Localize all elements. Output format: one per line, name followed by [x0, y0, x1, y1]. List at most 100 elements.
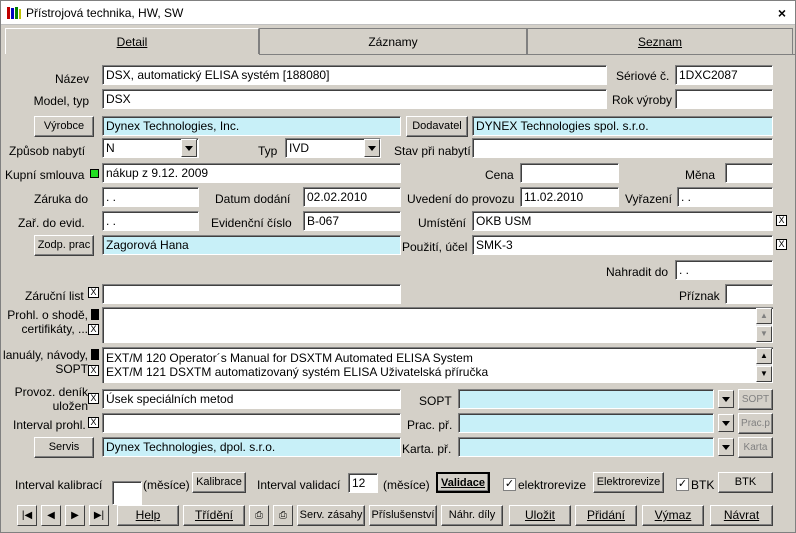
label-mesice-2: (měsíce) — [383, 478, 430, 492]
label-nazev: Název — [54, 72, 89, 86]
close-icon[interactable]: × — [774, 6, 790, 20]
zpusob-dropdown-icon[interactable] — [181, 139, 197, 157]
priznak-field[interactable] — [725, 284, 773, 304]
prislusenstvi-button[interactable]: Příslušenství — [369, 505, 437, 526]
scroll-down-icon[interactable]: ▼ — [756, 366, 772, 382]
dodavatel-field[interactable]: DYNEX Technologies spol. s.r.o. — [472, 116, 773, 136]
pridani-button[interactable]: Přidání — [575, 505, 637, 526]
zar-evid-field[interactable]: . . — [102, 211, 199, 231]
clear-provoz-icon[interactable]: X — [88, 393, 99, 404]
clear-interval-icon[interactable]: X — [88, 417, 99, 428]
sopt-dropdown-icon[interactable] — [718, 390, 734, 408]
typ-dropdown-icon[interactable] — [364, 139, 380, 157]
prac-pr-dropdown-icon[interactable] — [718, 414, 734, 432]
kupni-field[interactable]: nákup z 9.12. 2009 — [102, 163, 401, 183]
interval-prohl-field[interactable] — [102, 413, 401, 433]
ulozit-button[interactable]: Uložit — [509, 505, 571, 526]
vyrobce-field[interactable]: Dynex Technologies, Inc. — [102, 116, 401, 136]
scroll-up-icon[interactable]: ▲ — [756, 308, 772, 324]
prohl-memo[interactable] — [102, 307, 773, 343]
clear-pouziti-icon[interactable]: X — [776, 239, 787, 250]
nazev-field[interactable]: DSX, automatický ELISA systém [188080] — [102, 65, 607, 85]
zarucni-list-field[interactable] — [102, 284, 401, 304]
servis-field[interactable]: Dynex Technologies, dpol. s.r.o. — [102, 437, 401, 457]
nahradit-field[interactable]: . . — [675, 260, 773, 280]
evid-cislo-field[interactable]: B-067 — [303, 211, 401, 231]
label-vyrazeni: Vyřazení — [625, 192, 672, 206]
first-record-icon[interactable]: |◀ — [17, 505, 37, 526]
attach-prohl-icon[interactable] — [91, 309, 99, 320]
trideni-button[interactable]: Třídění — [183, 505, 245, 526]
umisteni-field[interactable]: OKB USM — [472, 211, 773, 231]
help-button[interactable]: Help — [117, 505, 179, 526]
prac-p-button[interactable]: Prac.p — [738, 413, 773, 434]
vyrobce-button[interactable]: Výrobce — [34, 116, 94, 137]
validace-button[interactable]: Validace — [436, 472, 490, 493]
label-evid-cislo: Evidenční číslo — [211, 216, 292, 230]
stav-field[interactable] — [472, 138, 773, 158]
mena-field[interactable] — [725, 163, 773, 183]
tab-zaznamy[interactable]: Záznamy — [259, 28, 527, 54]
label-datum-dodani: Datum dodání — [215, 192, 291, 206]
zaruka-field[interactable]: . . — [102, 187, 199, 207]
rok-field[interactable] — [675, 89, 773, 109]
label-typ: Typ — [258, 144, 278, 158]
books-icon — [7, 7, 21, 19]
print-preview-icon[interactable]: ⎙ — [273, 505, 293, 526]
navrat-button[interactable]: Návrat — [710, 505, 773, 526]
interval-kalibraci-field[interactable] — [112, 481, 142, 505]
servis-button[interactable]: Servis — [34, 437, 94, 458]
provoz-field[interactable]: Úsek speciálních metod — [102, 389, 401, 409]
karta-pr-field[interactable] — [458, 437, 714, 457]
label-prac-pr: Prac. př. — [407, 418, 453, 432]
btk-button[interactable]: BTK — [718, 472, 773, 493]
seriove-field[interactable]: 1DXC2087 — [675, 65, 773, 85]
uvedeni-field[interactable]: 11.02.2010 — [520, 187, 619, 207]
clear-prohl-icon[interactable]: X — [88, 324, 99, 335]
print-icon[interactable]: ⎙ — [249, 505, 269, 526]
next-record-icon[interactable]: ▶ — [65, 505, 85, 526]
dodavatel-button[interactable]: Dodavatel — [406, 116, 468, 137]
btk-checkbox[interactable]: ✓ — [676, 478, 689, 491]
nahr-dily-button[interactable]: Náhr. díly — [441, 505, 503, 526]
vyrazeni-field[interactable]: . . — [677, 187, 773, 207]
clear-umisteni-icon[interactable]: X — [776, 215, 787, 226]
zodp-button[interactable]: Zodp. prac — [34, 235, 94, 256]
clear-zarucni-icon[interactable]: X — [88, 287, 99, 298]
window-title: Přístrojová technika, HW, SW — [26, 6, 184, 20]
interval-validaci-field[interactable]: 12 — [348, 473, 378, 493]
manualy-memo[interactable]: EXT/M 120 Operator´s Manual for DSXTM Au… — [102, 347, 773, 383]
karta-pr-dropdown-icon[interactable] — [718, 438, 734, 456]
model-field[interactable]: DSX — [102, 89, 607, 109]
prev-record-icon[interactable]: ◀ — [41, 505, 61, 526]
label-karta-pr: Karta. př. — [402, 442, 452, 456]
tab-detail[interactable]: Detail — [5, 28, 259, 54]
cena-field[interactable] — [520, 163, 619, 183]
serv-zasahy-button[interactable]: Serv. zásahy — [297, 505, 365, 526]
last-record-icon[interactable]: ▶| — [89, 505, 109, 526]
kalibrace-button[interactable]: Kalibrace — [192, 472, 246, 493]
vymaz-button[interactable]: Výmaz — [642, 505, 704, 526]
pouziti-field[interactable]: SMK-3 — [472, 235, 773, 255]
attach-manualy-icon[interactable] — [91, 349, 99, 360]
prohl-scrollbar[interactable]: ▲ ▼ — [756, 308, 772, 342]
sopt-field[interactable] — [458, 389, 714, 409]
karta-button[interactable]: Karta — [738, 437, 773, 458]
label-umisteni: Umístění — [418, 216, 467, 230]
sopt-button[interactable]: SOPT — [738, 389, 773, 410]
zodp-field[interactable]: Zagorová Hana — [102, 235, 401, 255]
tab-seznam[interactable]: Seznam — [527, 28, 793, 54]
label-cena: Cena — [485, 168, 514, 182]
manualy-scrollbar[interactable]: ▲ ▼ — [756, 348, 772, 382]
scroll-up-icon[interactable]: ▲ — [756, 348, 772, 364]
elektrorevize-button[interactable]: Elektrorevize — [593, 472, 664, 493]
label-mena: Měna — [685, 168, 716, 182]
main-window: Přístrojová technika, HW, SW × Detail Zá… — [0, 0, 796, 533]
elektrorevize-checkbox[interactable]: ✓ — [503, 478, 516, 491]
datum-dodani-field[interactable]: 02.02.2010 — [303, 187, 401, 207]
title-bar: Přístrojová technika, HW, SW × — [1, 1, 795, 25]
clear-manualy-icon[interactable]: X — [88, 365, 99, 376]
prac-pr-field[interactable] — [458, 413, 714, 433]
label-nahradit: Nahradit do — [606, 265, 669, 279]
scroll-down-icon[interactable]: ▼ — [756, 326, 772, 342]
